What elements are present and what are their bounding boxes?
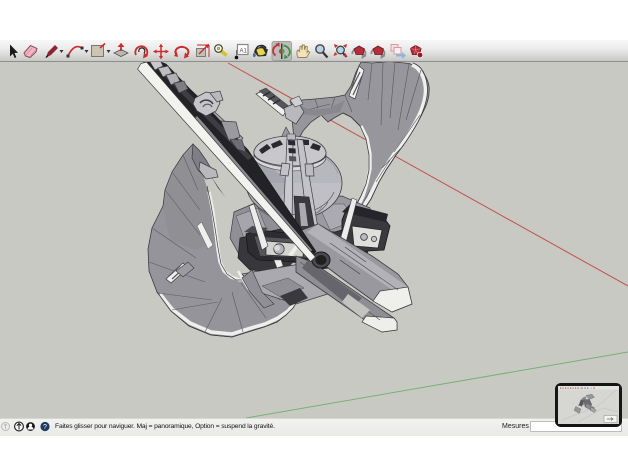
svg-text:A1: A1: [240, 49, 248, 55]
svg-text:?: ?: [43, 424, 47, 431]
